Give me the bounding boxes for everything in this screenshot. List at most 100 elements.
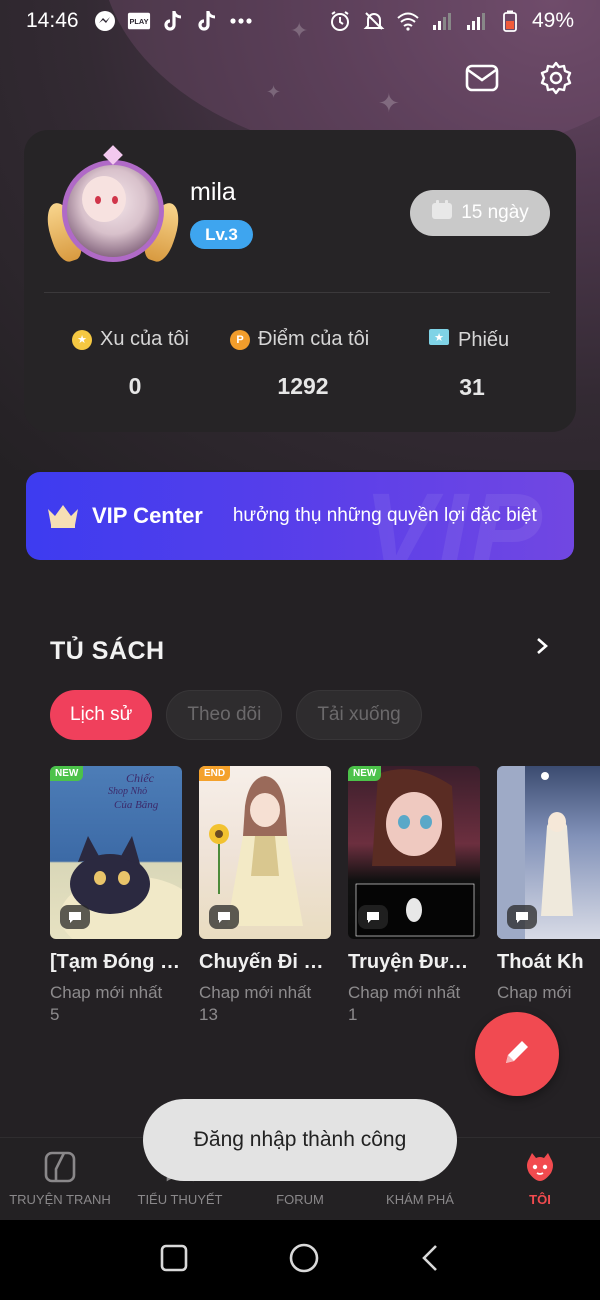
stat-tickets[interactable]: ★ Phiếu 31 xyxy=(428,328,516,401)
filter-downloads[interactable]: Tải xuống xyxy=(296,690,422,740)
checkin-days-button[interactable]: 15 ngày xyxy=(410,190,550,236)
wifi-icon xyxy=(396,9,420,33)
svg-text:Chiếc: Chiếc xyxy=(126,771,155,785)
alarm-icon xyxy=(328,9,352,33)
nav-label: TIỂU THUYẾT xyxy=(137,1192,223,1207)
book-title: Chuyến Đi R... xyxy=(199,951,331,973)
comment-icon xyxy=(60,905,90,929)
vip-center-banner[interactable]: VIP VIP Center hưởng thụ những quyền lợi… xyxy=(26,472,574,560)
book-latest-chapter-label: Chap mới nhất xyxy=(50,983,163,1002)
write-button[interactable] xyxy=(475,1012,559,1096)
nav-me[interactable]: TÔI xyxy=(480,1138,600,1220)
mail-button[interactable] xyxy=(462,60,502,100)
book-latest-chapter-label: Chap mới xyxy=(497,983,572,1002)
end-tag: END xyxy=(199,766,231,781)
mute-icon xyxy=(362,9,386,33)
book-latest-chapter-number: 1 xyxy=(348,1005,358,1024)
profile-card: mila Lv.3 15 ngày ★ Xu của tôi 0 P Điểm … xyxy=(24,130,576,432)
recents-button[interactable] xyxy=(160,1244,188,1277)
svg-text:PLAY: PLAY xyxy=(129,17,148,26)
system-navigation-bar xyxy=(0,1220,600,1300)
stat-value: 0 xyxy=(128,373,142,399)
status-time: 14:46 xyxy=(26,9,79,32)
book-card[interactable]: END Chuyến Đi R... Chap mới nhất 13 xyxy=(199,766,331,1026)
bookshelf-title: TỦ SÁCH xyxy=(50,637,165,665)
nav-comic[interactable]: TRUYỆN TRANH xyxy=(0,1138,120,1220)
avatar-eye xyxy=(95,196,101,204)
messenger-icon xyxy=(93,9,117,33)
points-icon: P xyxy=(230,329,250,350)
battery-percent: 49% xyxy=(531,9,574,32)
avatar-face xyxy=(82,176,126,222)
avatar-frame[interactable] xyxy=(41,145,185,274)
vip-title: VIP Center xyxy=(92,503,203,528)
comment-icon xyxy=(358,905,388,929)
crown-icon xyxy=(46,503,80,529)
book-cover xyxy=(497,766,600,939)
ticket-icon: ★ xyxy=(428,328,450,352)
book-card[interactable]: Thoát Kh Chap mới xyxy=(497,766,600,1026)
checkin-days-label: 15 ngày xyxy=(461,202,529,223)
screen: ✦ ✦ ✦ 14:46 PLAY 49% mila Lv.3 15 ngày ★… xyxy=(0,0,600,1300)
nav-label: TÔI xyxy=(529,1192,551,1207)
sparkle-decoration: ✦ xyxy=(266,82,282,102)
stat-label: Điểm của tôi xyxy=(258,328,370,350)
signal-icon xyxy=(430,9,454,33)
book-title: Truyện Được... xyxy=(348,951,480,973)
back-button[interactable] xyxy=(420,1244,440,1277)
bookshelf-filters: Lịch sử Theo dõi Tải xuống xyxy=(50,690,422,740)
settings-icon xyxy=(538,60,574,101)
stat-coins[interactable]: ★ Xu của tôi 0 xyxy=(72,328,198,400)
play-together-icon: PLAY xyxy=(127,9,151,33)
username: mila xyxy=(190,178,236,206)
more-dots-icon xyxy=(229,9,253,33)
book-cover: END xyxy=(199,766,331,939)
tiktok-icon xyxy=(195,9,219,33)
book-cover: Chiếc Shop Nhỏ Của Băng NEW xyxy=(50,766,182,939)
me-icon xyxy=(523,1151,557,1188)
filter-following[interactable]: Theo dõi xyxy=(166,690,283,740)
nav-label: KHÁM PHÁ xyxy=(386,1192,454,1207)
book-latest-chapter-label: Chap mới nhất xyxy=(199,983,312,1002)
book-latest-chapter-number: 13 xyxy=(199,1005,218,1024)
mail-icon xyxy=(465,64,499,97)
stat-points[interactable]: P Điểm của tôi 1292 xyxy=(230,328,376,400)
pencil-icon xyxy=(500,1035,534,1074)
book-cover: NEW xyxy=(348,766,480,939)
sparkle-decoration: ✦ xyxy=(378,88,400,118)
signal-icon xyxy=(464,9,488,33)
coin-icon: ★ xyxy=(72,329,92,350)
nav-label: FORUM xyxy=(276,1192,324,1207)
level-badge: Lv.3 xyxy=(190,220,253,249)
chevron-right-icon xyxy=(535,636,549,661)
card-divider xyxy=(44,292,550,293)
settings-button[interactable] xyxy=(536,60,576,100)
nav-label: TRUYỆN TRANH xyxy=(9,1192,111,1207)
book-title: [Tạm Đóng C... xyxy=(50,951,182,973)
comment-icon xyxy=(209,905,239,929)
avatar-eye xyxy=(112,196,118,204)
stat-label: Phiếu xyxy=(458,328,510,351)
battery-icon xyxy=(498,9,522,33)
stat-label: Xu của tôi xyxy=(100,328,189,350)
book-list: Chiếc Shop Nhỏ Của Băng NEW [Tạm Đóng C.… xyxy=(50,766,600,1026)
book-latest-chapter-label: Chap mới nhất xyxy=(348,983,461,1002)
tiktok-icon xyxy=(161,9,185,33)
book-latest-chapter-number: 5 xyxy=(50,1005,60,1024)
calendar-icon xyxy=(431,200,453,226)
book-card[interactable]: NEW Truyện Được... Chap mới nhất 1 xyxy=(348,766,480,1026)
comic-icon xyxy=(44,1151,76,1188)
book-title: Thoát Kh xyxy=(497,951,584,973)
new-tag: NEW xyxy=(50,766,84,781)
vip-watermark: VIP xyxy=(363,472,544,560)
comment-icon xyxy=(507,905,537,929)
toast-message: Đăng nhập thành công xyxy=(143,1099,457,1181)
home-button[interactable] xyxy=(288,1242,320,1279)
new-tag: NEW xyxy=(348,766,382,781)
filter-history[interactable]: Lịch sử xyxy=(50,690,153,740)
bookshelf-more-button[interactable] xyxy=(530,634,554,662)
status-bar: 14:46 PLAY 49% xyxy=(0,0,600,42)
header-actions xyxy=(462,60,576,100)
book-card[interactable]: Chiếc Shop Nhỏ Của Băng NEW [Tạm Đóng C.… xyxy=(50,766,182,1026)
stat-value: 1292 xyxy=(277,373,329,399)
